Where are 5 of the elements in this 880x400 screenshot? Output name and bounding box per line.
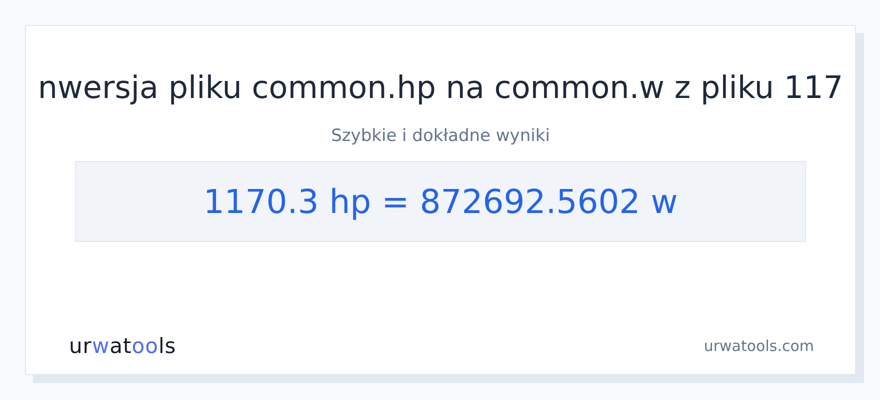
logo: urwatools [69, 334, 176, 358]
page-title: nwersja pliku common.hp na common.w z pliku 117 [38, 69, 844, 108]
conversion-result: 1170.3 hp = 872692.5602 w [203, 182, 678, 221]
site-url: urwatools.com [704, 337, 814, 355]
subtitle: Szybkie i dokładne wyniki [331, 126, 550, 146]
